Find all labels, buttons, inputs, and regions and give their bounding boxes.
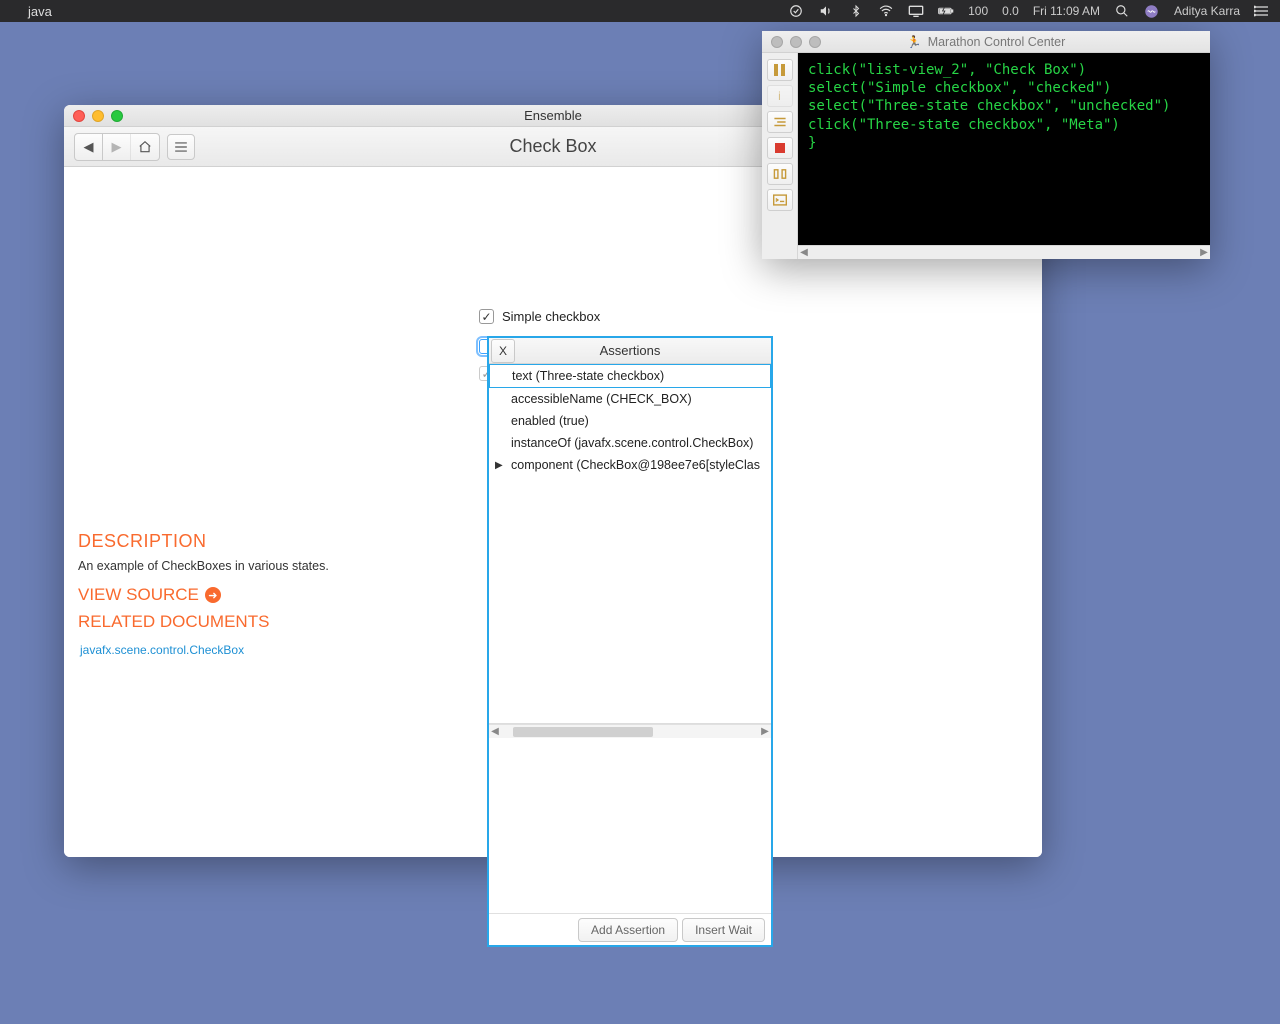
- arrow-circle-icon: ➜: [205, 587, 221, 603]
- runner-icon: 🏃: [907, 35, 922, 49]
- siri-icon[interactable]: [1144, 3, 1160, 19]
- api-doc-link[interactable]: javafx.scene.control.CheckBox: [80, 643, 244, 657]
- stop-record-button[interactable]: [767, 137, 793, 159]
- view-source-link[interactable]: VIEW SOURCE ➜: [78, 585, 221, 605]
- marathon-h-scrollbar[interactable]: ◀▶: [798, 245, 1210, 259]
- simple-checkbox[interactable]: [479, 309, 494, 324]
- expand-triangle-icon[interactable]: ▶: [495, 460, 503, 471]
- marathon-script-view[interactable]: click("list-view_2", "Check Box") select…: [798, 53, 1210, 245]
- description-heading: DESCRIPTION: [78, 531, 207, 552]
- indent-button[interactable]: [767, 111, 793, 133]
- description-text: An example of CheckBoxes in various stat…: [78, 559, 329, 573]
- bluetooth-icon[interactable]: [848, 3, 864, 19]
- assertion-item[interactable]: text (Three-state checkbox): [489, 364, 771, 388]
- console-button[interactable]: [767, 189, 793, 211]
- assertion-item[interactable]: instanceOf (javafx.scene.control.CheckBo…: [489, 432, 771, 454]
- assertions-list[interactable]: text (Three-state checkbox) accessibleNa…: [489, 364, 771, 724]
- display-icon[interactable]: [908, 3, 924, 19]
- assertions-popup: X Assertions text (Three-state checkbox)…: [487, 336, 773, 947]
- macos-menubar: java 100 0.0 Fri 11:09 AM Aditya Karra: [0, 0, 1280, 22]
- hamburger-menu-button[interactable]: [167, 134, 195, 160]
- simple-checkbox-label: Simple checkbox: [502, 309, 600, 324]
- back-button[interactable]: ◀: [75, 134, 103, 160]
- assertion-item[interactable]: ▶component (CheckBox@198ee7e6[styleClas: [489, 454, 771, 476]
- forward-button[interactable]: ▶: [103, 134, 131, 160]
- home-button[interactable]: [131, 134, 159, 160]
- cpu-indicator: 0.0: [1002, 4, 1019, 18]
- add-assertion-button[interactable]: Add Assertion: [578, 918, 678, 942]
- info-button[interactable]: i: [767, 85, 793, 107]
- assertions-title: Assertions: [489, 343, 771, 358]
- app-menu[interactable]: java: [28, 4, 52, 19]
- marathon-title: 🏃Marathon Control Center: [762, 35, 1210, 49]
- clock[interactable]: Fri 11:09 AM: [1033, 4, 1100, 18]
- assertion-item[interactable]: enabled (true): [489, 410, 771, 432]
- pause-button[interactable]: [767, 59, 793, 81]
- volume-icon[interactable]: [818, 3, 834, 19]
- object-map-button[interactable]: [767, 163, 793, 185]
- assertions-detail-pane: [489, 738, 771, 913]
- user-name[interactable]: Aditya Karra: [1174, 4, 1240, 18]
- insert-wait-button[interactable]: Insert Wait: [682, 918, 765, 942]
- assertion-item[interactable]: accessibleName (CHECK_BOX): [489, 388, 771, 410]
- battery-percent: 100: [968, 4, 988, 18]
- marathon-toolbar: i: [762, 53, 798, 259]
- battery-icon[interactable]: [938, 3, 954, 19]
- shield-check-icon[interactable]: [788, 3, 804, 19]
- marathon-window: 🏃Marathon Control Center i click("list-v…: [762, 31, 1210, 259]
- menu-extras-icon[interactable]: [1254, 3, 1270, 19]
- spotlight-icon[interactable]: [1114, 3, 1130, 19]
- related-documents-heading: RELATED DOCUMENTS: [78, 612, 269, 632]
- assertions-h-scrollbar[interactable]: ◀▶: [489, 724, 771, 738]
- wifi-icon[interactable]: [878, 3, 894, 19]
